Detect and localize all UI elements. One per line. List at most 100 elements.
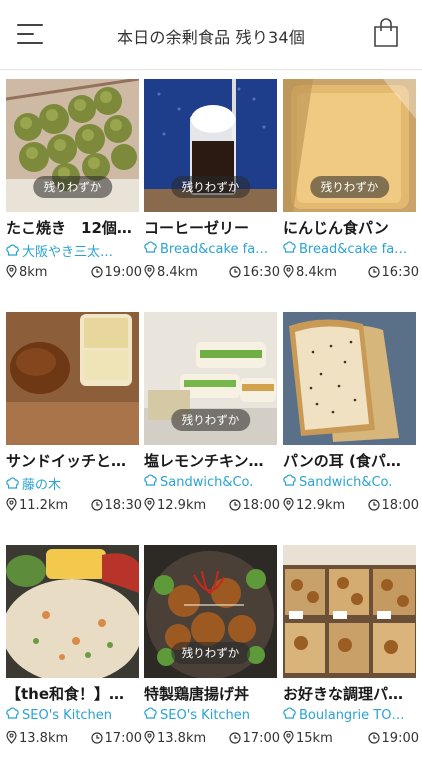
distance: 13.8km [19, 731, 69, 746]
location-pin-icon [6, 731, 17, 744]
shopping-bag-icon[interactable] [372, 18, 400, 48]
shop-name: Boulangrie TO… [299, 708, 405, 723]
food-photo-coffee-jelly: 残りわずか [144, 79, 277, 212]
food-photo-lemon-chicken-sandwich: 残りわずか [144, 312, 277, 445]
chef-hat-icon [283, 707, 296, 719]
clock-icon [367, 499, 380, 511]
chef-hat-icon [283, 241, 296, 253]
location-pin-icon [283, 731, 294, 744]
shop-name: Sandwich&Co. [299, 475, 393, 490]
pickup-time: 16:30 [381, 265, 419, 280]
shop-name: 大阪やき三太… [22, 245, 114, 259]
item-meta: 8km 19:00 [6, 265, 142, 283]
location-pin-icon [144, 265, 155, 278]
shop-link[interactable]: SEO's Kitchen [144, 707, 277, 725]
low-stock-badge: 残りわずか [170, 409, 251, 431]
item-meta: 15km 19:00 [283, 731, 419, 749]
item-name: サンドイッチと… [6, 452, 127, 470]
food-photo-bread-slices [283, 312, 416, 445]
food-item-card[interactable]: サンドイッチと… 藤の木 11.2km 18:30 [6, 312, 142, 528]
shop-link[interactable]: Sandwich&Co. [283, 474, 416, 492]
distance: 13.8km [157, 731, 207, 746]
chef-hat-icon [144, 474, 157, 486]
location-pin-icon [144, 731, 155, 744]
chef-hat-icon [144, 707, 157, 719]
clock-icon [367, 732, 380, 744]
item-name: にんじん食パン [283, 219, 389, 237]
item-name: 【the和食！】… [6, 685, 125, 703]
item-name: お好きな調理パ… [283, 685, 404, 703]
shop-name: Bread&cake fa… [299, 242, 408, 257]
pickup-time: 17:00 [104, 731, 142, 746]
pickup-time: 18:00 [381, 498, 419, 513]
pickup-time: 16:30 [242, 265, 280, 280]
distance: 15km [296, 731, 333, 746]
clock-icon [228, 499, 241, 511]
food-item-card[interactable]: 残りわずか にんじん食パン Bread&cake fa… 8.4km 16:30 [283, 79, 419, 295]
shop-link[interactable]: Sandwich&Co. [144, 474, 277, 492]
app-header: 本日の余剰食品 残り34個 [0, 0, 422, 70]
location-pin-icon [6, 265, 17, 278]
shop-link[interactable]: Bread&cake fa… [144, 241, 277, 259]
low-stock-badge: 残りわずか [309, 176, 390, 198]
food-item-card[interactable]: お好きな調理パ… Boulangrie TO… 15km 19:00 [283, 545, 419, 760]
shop-link[interactable]: SEO's Kitchen [6, 707, 139, 725]
shop-link[interactable]: 大阪やき三太… [6, 241, 139, 259]
food-photo-bakery-shelf [283, 545, 416, 678]
distance: 11.2km [19, 498, 69, 513]
low-stock-badge: 残りわずか [170, 642, 251, 664]
shop-name: 藤の木 [22, 478, 62, 492]
clock-icon [90, 732, 103, 744]
clock-icon [228, 266, 241, 278]
item-name: 特製鶏唐揚げ丼 [144, 685, 250, 703]
chef-hat-icon [283, 474, 296, 486]
pickup-time: 19:00 [381, 731, 419, 746]
shop-name: SEO's Kitchen [160, 708, 251, 723]
food-item-card[interactable]: 残りわずか たこ焼き 12個… 大阪やき三太… 8km 19:00 [6, 79, 142, 295]
item-meta: 8.4km 16:30 [144, 265, 280, 283]
location-pin-icon [144, 498, 155, 511]
clock-icon [90, 266, 103, 278]
item-meta: 12.9km 18:00 [283, 498, 419, 516]
food-photo-takoyaki: 残りわずか [6, 79, 139, 212]
distance: 12.9km [157, 498, 207, 513]
distance: 12.9km [296, 498, 346, 513]
chef-hat-icon [6, 477, 19, 489]
chef-hat-icon [144, 241, 157, 253]
item-meta: 13.8km 17:00 [6, 731, 142, 749]
item-name: たこ焼き 12個… [6, 219, 132, 237]
shop-name: Sandwich&Co. [160, 475, 254, 490]
shop-link[interactable]: Boulangrie TO… [283, 707, 416, 725]
food-item-card[interactable]: 残りわずか 特製鶏唐揚げ丼 SEO's Kitchen 13.8km 17:00 [144, 545, 280, 760]
distance: 8km [19, 265, 48, 280]
shop-link[interactable]: Bread&cake fa… [283, 241, 416, 259]
pickup-time: 19:00 [104, 265, 142, 280]
food-photo-sandwich-bun [6, 312, 139, 445]
shop-link[interactable]: 藤の木 [6, 474, 139, 492]
item-name: 塩レモンチキン… [144, 452, 264, 470]
chef-hat-icon [6, 707, 19, 719]
low-stock-badge: 残りわずか [32, 176, 113, 198]
location-pin-icon [283, 498, 294, 511]
food-item-card[interactable]: 【the和食！】… SEO's Kitchen 13.8km 17:00 [6, 545, 142, 760]
food-item-card[interactable]: パンの耳 (食パ… Sandwich&Co. 12.9km 18:00 [283, 312, 419, 528]
item-meta: 12.9km 18:00 [144, 498, 280, 516]
shop-name: Bread&cake fa… [160, 242, 269, 257]
item-meta: 11.2km 18:30 [6, 498, 142, 516]
clock-icon [228, 732, 241, 744]
food-photo-karaage-don: 残りわずか [144, 545, 277, 678]
item-name: パンの耳 (食パ… [283, 452, 401, 470]
low-stock-badge: 残りわずか [170, 176, 251, 198]
chef-hat-icon [6, 244, 19, 256]
pickup-time: 18:30 [104, 498, 142, 513]
clock-icon [367, 266, 380, 278]
food-item-card[interactable]: 残りわずか コーヒーゼリー Bread&cake fa… 8.4km 16:30 [144, 79, 280, 295]
food-photo-carrot-bread: 残りわずか [283, 79, 416, 212]
shop-name: SEO's Kitchen [22, 708, 113, 723]
food-item-card[interactable]: 残りわずか 塩レモンチキン… Sandwich&Co. 12.9km 18:00 [144, 312, 280, 528]
distance: 8.4km [296, 265, 337, 280]
location-pin-icon [283, 265, 294, 278]
distance: 8.4km [157, 265, 198, 280]
item-meta: 13.8km 17:00 [144, 731, 280, 749]
item-meta: 8.4km 16:30 [283, 265, 419, 283]
